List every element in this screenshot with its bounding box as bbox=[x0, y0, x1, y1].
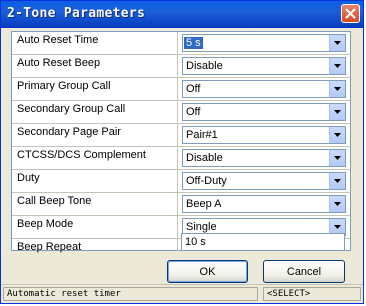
secondary-page-pair-select[interactable]: Pair#1 bbox=[182, 126, 346, 144]
row-call-beep-tone: Call Beep Tone Beep A bbox=[12, 193, 350, 215]
select-value: Off bbox=[186, 83, 201, 95]
row-auto-reset-time: Auto Reset Time 5 s bbox=[12, 32, 350, 54]
ok-button[interactable]: OK bbox=[167, 260, 248, 283]
close-button[interactable] bbox=[341, 4, 360, 23]
chevron-down-icon bbox=[334, 225, 341, 229]
select-value: 5 s bbox=[184, 37, 203, 49]
primary-group-call-select[interactable]: Off bbox=[182, 80, 346, 98]
title-bar[interactable]: 2-Tone Parameters bbox=[1, 1, 363, 28]
select-value: Pair#1 bbox=[186, 129, 218, 141]
window-title: 2-Tone Parameters bbox=[7, 6, 146, 21]
row-duty: Duty Off-Duty bbox=[12, 170, 350, 192]
input-value: 10 s bbox=[185, 236, 206, 248]
chevron-down-icon bbox=[334, 133, 341, 137]
close-icon bbox=[345, 8, 356, 19]
chevron-down-icon bbox=[334, 156, 341, 160]
field-label: Primary Group Call bbox=[17, 80, 111, 92]
chevron-down-icon bbox=[334, 41, 341, 45]
duty-select[interactable]: Off-Duty bbox=[182, 172, 346, 190]
select-value: Off-Duty bbox=[186, 175, 227, 187]
field-label: Beep Mode bbox=[17, 218, 74, 230]
field-label: Secondary Group Call bbox=[17, 103, 126, 115]
auto-reset-time-select[interactable]: 5 s bbox=[182, 34, 346, 52]
dropdown-arrow[interactable] bbox=[329, 196, 345, 212]
dialog-window: 2-Tone Parameters Auto Reset Time 5 s Au… bbox=[0, 0, 364, 304]
select-value: Off bbox=[186, 106, 201, 118]
row-auto-reset-beep: Auto Reset Beep Disable bbox=[12, 55, 350, 77]
row-ctcss-dcs-complement: CTCSS/DCS Complement Disable bbox=[12, 147, 350, 169]
chevron-down-icon bbox=[334, 202, 341, 206]
ctcss-dcs-complement-select[interactable]: Disable bbox=[182, 149, 346, 167]
status-bar: Automatic reset timer <SELECT> bbox=[1, 284, 363, 303]
field-label: Auto Reset Beep bbox=[17, 57, 101, 69]
field-label: Beep Repeat bbox=[17, 241, 82, 253]
dropdown-arrow[interactable] bbox=[329, 173, 345, 189]
field-label: Duty bbox=[17, 172, 40, 184]
status-mode: <SELECT> bbox=[263, 287, 361, 301]
dropdown-arrow[interactable] bbox=[329, 127, 345, 143]
auto-reset-beep-select[interactable]: Disable bbox=[182, 57, 346, 75]
call-beep-tone-select[interactable]: Beep A bbox=[182, 195, 346, 213]
field-label: CTCSS/DCS Complement bbox=[17, 149, 146, 161]
beep-repeat-input[interactable]: 10 s bbox=[181, 233, 345, 251]
secondary-group-call-select[interactable]: Off bbox=[182, 103, 346, 121]
cancel-button[interactable]: Cancel bbox=[263, 260, 345, 283]
status-message: Automatic reset timer bbox=[3, 287, 258, 301]
dropdown-arrow[interactable] bbox=[329, 150, 345, 166]
field-label: Auto Reset Time bbox=[17, 34, 99, 46]
field-label: Call Beep Tone bbox=[17, 195, 92, 207]
select-value: Single bbox=[186, 221, 217, 233]
dropdown-arrow[interactable] bbox=[329, 81, 345, 97]
chevron-down-icon bbox=[334, 64, 341, 68]
chevron-down-icon bbox=[334, 110, 341, 114]
dropdown-arrow[interactable] bbox=[329, 104, 345, 120]
row-secondary-page-pair: Secondary Page Pair Pair#1 bbox=[12, 124, 350, 146]
chevron-down-icon bbox=[334, 87, 341, 91]
row-primary-group-call: Primary Group Call Off bbox=[12, 78, 350, 100]
field-label: Secondary Page Pair bbox=[17, 126, 121, 138]
select-value: Beep A bbox=[186, 198, 222, 210]
parameter-grid: Auto Reset Time 5 s Auto Reset Beep Disa… bbox=[11, 31, 351, 253]
select-value: Disable bbox=[186, 152, 223, 164]
row-secondary-group-call: Secondary Group Call Off bbox=[12, 101, 350, 123]
select-value: Disable bbox=[186, 60, 223, 72]
dropdown-arrow[interactable] bbox=[329, 35, 345, 51]
dropdown-arrow[interactable] bbox=[329, 58, 345, 74]
chevron-down-icon bbox=[334, 179, 341, 183]
